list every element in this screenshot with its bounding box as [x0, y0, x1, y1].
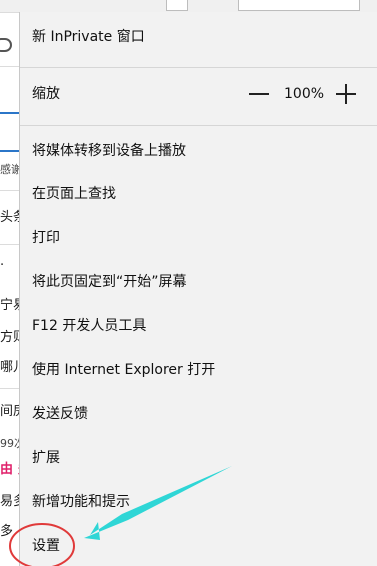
menu-item-extensions[interactable]: 扩展 — [32, 448, 60, 468]
settings-dropdown-menu: 新 InPrivate 窗口 缩放 100% 将媒体转移到设备上播放 在页面上查… — [19, 12, 377, 566]
bg-text-fragment: 由 多 — [0, 462, 20, 477]
cloud-icon — [0, 38, 12, 52]
bg-text-fragment: 哪儿 — [0, 360, 20, 375]
menu-separator — [20, 67, 377, 68]
menu-item-open-with-ie[interactable]: 使用 Internet Explorer 打开 — [32, 360, 215, 380]
menu-item-cast-media[interactable]: 将媒体转移到设备上播放 — [32, 141, 186, 161]
zoom-out-button[interactable] — [246, 81, 272, 107]
divider — [0, 244, 20, 245]
topbar-tab — [166, 0, 188, 11]
zoom-label: 缩放 — [32, 86, 60, 102]
bg-text-fragment: 头条 — [0, 210, 20, 225]
divider — [0, 388, 20, 389]
bg-text-fragment: · — [0, 258, 5, 273]
bg-text-fragment: 易多 — [0, 494, 20, 509]
menu-item-print[interactable]: 打印 — [32, 228, 60, 248]
menu-item-f12-developer-tools[interactable]: F12 开发人员工具 — [32, 316, 146, 336]
menu-item-settings[interactable]: 设置 — [32, 536, 60, 556]
zoom-in-button[interactable] — [333, 81, 359, 107]
bg-text-fragment: 感谢 — [0, 163, 20, 176]
topbar-tab — [238, 0, 360, 11]
menu-separator — [20, 125, 377, 126]
menu-item-whats-new[interactable]: 新增功能和提示 — [32, 492, 130, 512]
menu-item-new-inprivate-window[interactable]: 新 InPrivate 窗口 — [32, 27, 145, 47]
divider — [0, 150, 20, 152]
background-page: 感谢 头条 · 宁易 方则 哪儿 间房 99次 由 多 易多 多 — [0, 0, 20, 566]
bg-text-fragment: 宁易 — [0, 298, 20, 313]
bg-text-fragment: 方则 — [0, 330, 20, 345]
zoom-level: 100% — [284, 86, 325, 102]
divider — [0, 112, 20, 114]
bg-text-fragment: 99次 — [0, 437, 20, 450]
divider — [0, 190, 20, 191]
menu-item-send-feedback[interactable]: 发送反馈 — [32, 404, 88, 424]
bg-text-fragment: 间房 — [0, 404, 20, 419]
bg-text-fragment: 多 — [0, 524, 14, 539]
menu-item-find-on-page[interactable]: 在页面上查找 — [32, 184, 116, 204]
divider — [0, 66, 20, 67]
menu-item-pin-to-start[interactable]: 将此页固定到“开始”屏幕 — [32, 272, 187, 292]
